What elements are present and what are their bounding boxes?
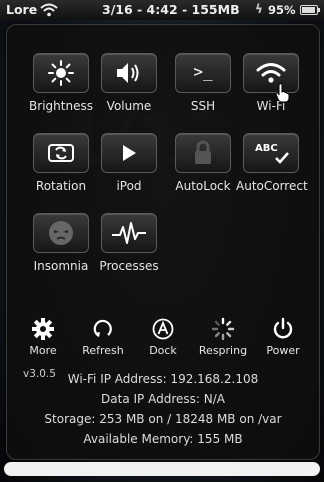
ssh-glyph: >_ xyxy=(193,62,213,81)
status-datetime: 3/16 - 4:42 - 155MB xyxy=(102,2,240,17)
dock-icon xyxy=(152,318,174,340)
battery-percent: 95% xyxy=(268,3,296,17)
autolock-toggle[interactable]: AutoLock xyxy=(168,133,238,193)
terminal-icon: >_ xyxy=(175,53,231,93)
play-icon xyxy=(101,133,157,173)
ssh-label: SSH xyxy=(190,99,216,113)
spinner-icon xyxy=(211,317,235,341)
status-bar: Lore 3/16 - 4:42 - 155MB ϟ 95% xyxy=(0,0,324,20)
pulse-icon xyxy=(101,213,157,253)
autocorrect-toggle[interactable]: ABC AutoCorrect xyxy=(236,133,308,193)
brightness-icon xyxy=(33,53,89,93)
bottom-bar xyxy=(4,462,320,476)
wifi-toggle[interactable]: Wi-Fi xyxy=(236,53,306,113)
power-icon xyxy=(273,317,293,339)
abc-check-icon: ABC xyxy=(243,133,299,173)
ipod-toggle[interactable]: iPod xyxy=(94,133,164,193)
power-label: Power xyxy=(266,344,300,357)
more-button[interactable]: More xyxy=(13,317,73,357)
volume-label: Volume xyxy=(106,99,152,113)
wifi-signal-icon xyxy=(40,3,58,17)
insomnia-face-icon xyxy=(33,213,89,253)
battery-icon xyxy=(300,5,320,15)
processes-label: Processes xyxy=(99,259,159,273)
insomnia-label: Insomnia xyxy=(33,259,89,273)
refresh-label: Refresh xyxy=(82,344,124,357)
rotation-toggle[interactable]: Rotation xyxy=(26,133,96,193)
memory-text: Available Memory: 155 MB xyxy=(83,432,243,446)
charging-icon: ϟ xyxy=(255,2,263,16)
lock-icon xyxy=(175,133,231,173)
volume-toggle[interactable]: Volume xyxy=(94,53,164,113)
ipod-label: iPod xyxy=(116,179,142,193)
action-bar: More Refresh Dock Respring Power xyxy=(7,317,319,357)
brightness-label: Brightness xyxy=(29,99,93,113)
respring-label: Respring xyxy=(198,344,248,357)
power-button[interactable]: Power xyxy=(253,317,313,357)
sbsettings-panel: Brightness Volume >_ SSH Wi-Fi Rotation … xyxy=(6,24,320,460)
rotation-label: Rotation xyxy=(35,179,87,193)
wifi-label: Wi-Fi xyxy=(256,99,286,113)
dock-label: Dock xyxy=(149,344,177,357)
dock-button[interactable]: Dock xyxy=(133,317,193,357)
rotation-icon xyxy=(33,133,89,173)
volume-icon xyxy=(101,53,157,93)
processes-toggle[interactable]: Processes xyxy=(94,213,164,273)
storage-text: Storage: 253 MB on / 18248 MB on /var xyxy=(44,412,282,426)
more-label: More xyxy=(29,344,57,357)
wifi-ip-text: Wi-Fi IP Address: 192.168.2.108 xyxy=(67,372,259,386)
autolock-label: AutoLock xyxy=(175,179,231,193)
brightness-toggle[interactable]: Brightness xyxy=(26,53,96,113)
data-ip-text: Data IP Address: N/A xyxy=(101,392,225,406)
respring-button[interactable]: Respring xyxy=(193,317,253,357)
refresh-icon xyxy=(93,319,112,337)
autocorrect-label: AutoCorrect xyxy=(236,179,308,193)
ssh-toggle[interactable]: >_ SSH xyxy=(168,53,238,113)
carrier-name: Lore xyxy=(6,2,38,17)
gear-icon xyxy=(32,318,54,340)
refresh-button[interactable]: Refresh xyxy=(73,317,133,357)
hand-cursor-icon xyxy=(275,83,290,103)
insomnia-toggle[interactable]: Insomnia xyxy=(26,213,96,273)
